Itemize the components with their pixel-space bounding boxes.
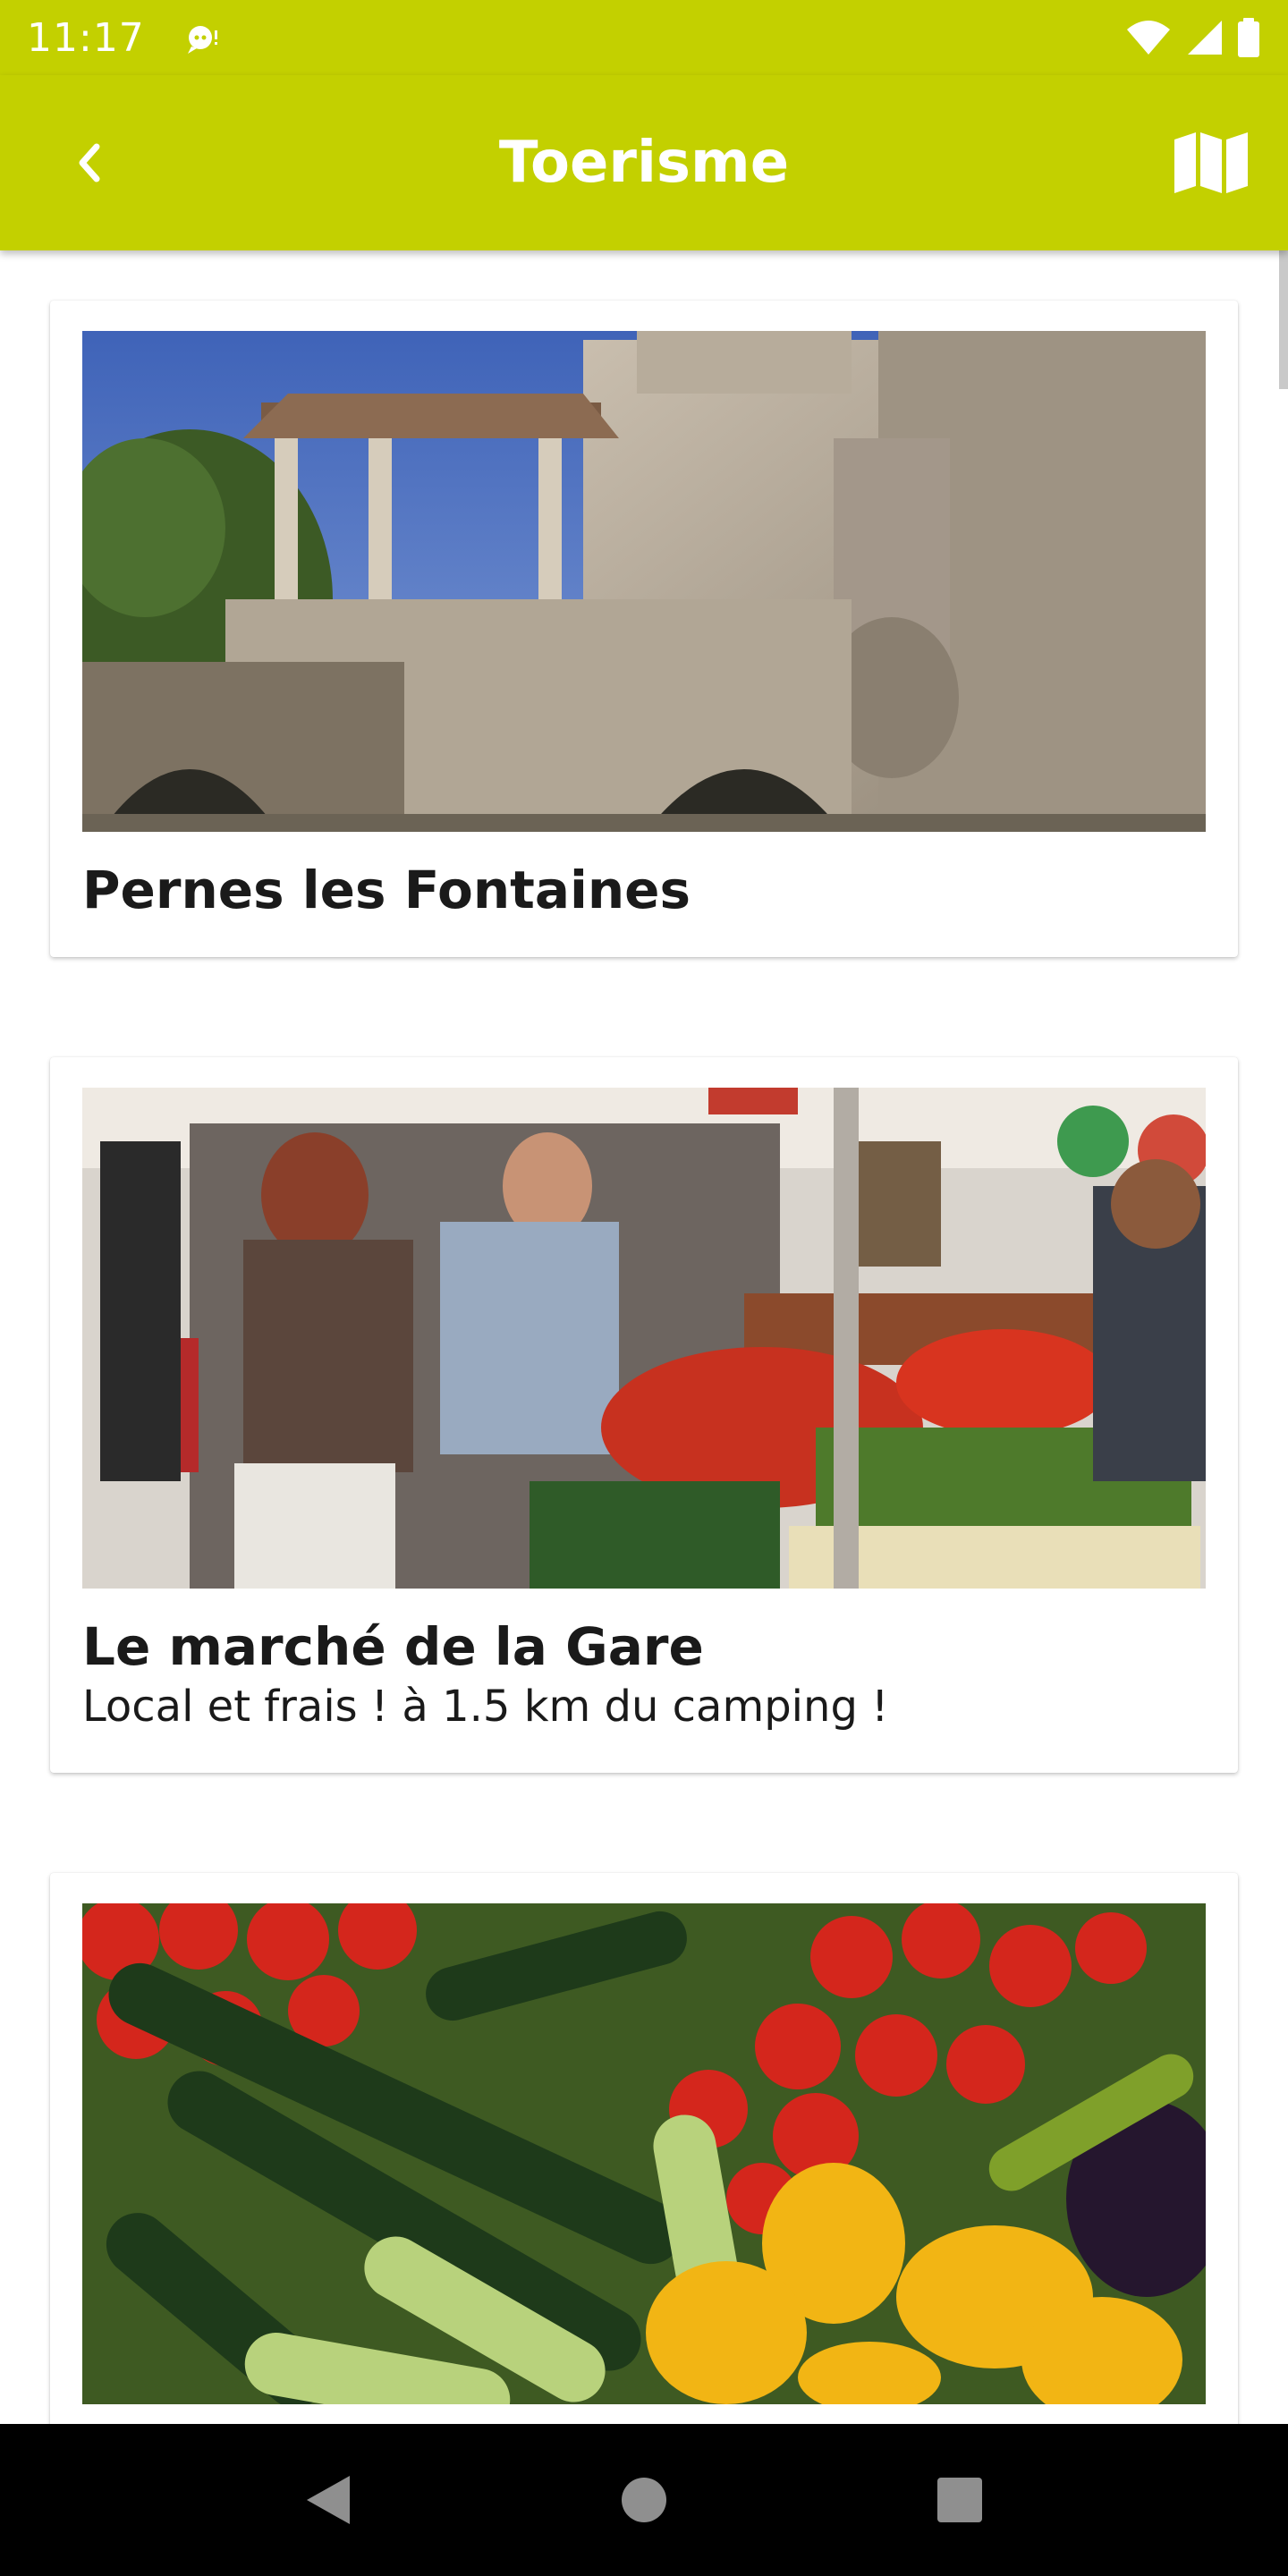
nav-back-button[interactable] <box>279 2451 377 2549</box>
nav-home-button[interactable] <box>595 2451 693 2549</box>
market-photo <box>82 1088 1206 1589</box>
card-marche-de-la-gare[interactable]: Le marché de la Gare Local et frais ! à … <box>50 1057 1238 1773</box>
triangle-back-icon <box>306 2476 350 2524</box>
cell-signal-icon <box>1188 21 1222 55</box>
app-bar: Toerisme <box>0 75 1288 250</box>
page-title: Toerisme <box>498 130 790 196</box>
notification-icon <box>187 26 217 54</box>
battery-icon <box>1238 18 1259 57</box>
square-recents-icon <box>937 2478 983 2522</box>
scrollbar[interactable] <box>1279 250 1288 389</box>
card-title: Pernes les Fontaines <box>82 860 691 920</box>
status-bar: 11:17 <box>0 0 1288 75</box>
card-subtitle: Local et frais ! à 1.5 km du camping ! <box>82 1682 889 1732</box>
status-time: 11:17 <box>27 14 145 61</box>
card-title: Le marché de la Gare <box>82 1616 704 1677</box>
map-icon <box>1174 132 1248 193</box>
wifi-icon <box>1127 21 1170 55</box>
system-nav-bar <box>0 2424 1288 2576</box>
circle-home-icon <box>621 2478 666 2522</box>
card-vegetables[interactable] <box>50 1873 1238 2424</box>
vegetables-photo <box>82 1903 1206 2404</box>
content-list[interactable]: Pernes les Fontaines Le marché de la Gar… <box>0 250 1288 2424</box>
card-pernes-les-fontaines[interactable]: Pernes les Fontaines <box>50 301 1238 957</box>
castle-gate-photo <box>82 331 1206 832</box>
nav-recents-button[interactable] <box>911 2451 1009 2549</box>
map-button[interactable] <box>1170 127 1252 199</box>
